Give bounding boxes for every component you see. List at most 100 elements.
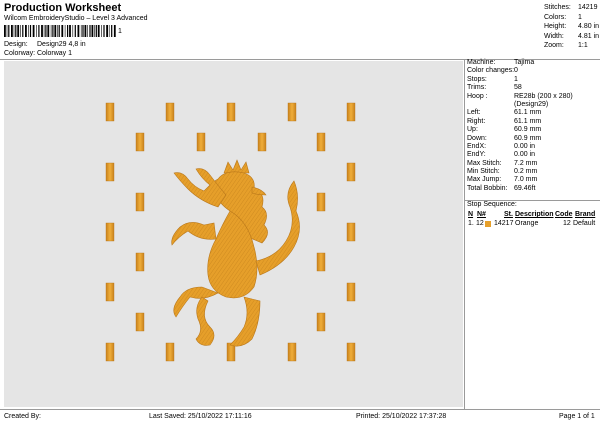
stat-label: Height: — [544, 23, 567, 30]
printed-date: Printed: 25/10/2022 17:37:28 — [356, 413, 447, 420]
row-num: 12 — [476, 220, 484, 227]
barcode-bar — [69, 25, 71, 37]
barcode-bar — [52, 25, 54, 37]
row-code: 12 — [563, 220, 571, 227]
barcode-bar — [61, 25, 64, 37]
barcode-bar — [8, 25, 10, 37]
stats-row: Zoom: 1:1 — [544, 42, 600, 52]
detail-value: 69.46ft — [514, 184, 536, 192]
barcode-bar — [29, 25, 32, 37]
col-brand: Brand — [575, 211, 596, 218]
col-num: N# — [477, 211, 486, 218]
thread-color-swatch — [485, 220, 491, 227]
stats-row: Colors: 1 — [544, 14, 600, 24]
colorway-label: Colorway: — [4, 50, 36, 57]
barcode-bar — [84, 25, 87, 37]
detail-label: Machine: — [467, 59, 496, 66]
barcode-bar — [36, 25, 37, 37]
barcode-bar — [94, 25, 95, 37]
barcode-bar — [108, 25, 110, 37]
stop-sequence-table: N N# St. Description Code Brand 1. 12 14… — [467, 211, 599, 231]
barcode-bar — [25, 25, 27, 37]
barcode-bar — [77, 25, 80, 37]
barcode-bar — [95, 25, 97, 37]
satin-bar — [135, 192, 145, 212]
barcode-bar — [4, 25, 6, 37]
barcode-bar — [106, 25, 108, 37]
stop-sequence-title: Stop Sequence: — [467, 201, 517, 208]
detail-value: 0.00 in — [514, 151, 536, 159]
stat-value: 4.81 in — [578, 32, 600, 40]
detail-value: (Design29) — [514, 100, 549, 108]
detail-label: Max Stitch: — [467, 159, 502, 167]
satin-bar — [287, 102, 297, 122]
barcode-bar — [50, 25, 52, 37]
detail-label: EndX: — [467, 142, 487, 150]
stats-row: Stitches: 14219 — [544, 4, 600, 14]
barcode-bar — [15, 25, 17, 37]
barcode-suffix: 1 — [118, 28, 122, 35]
detail-label: Color changes: — [467, 67, 515, 75]
barcode-bar — [64, 25, 66, 37]
detail-label: Min Stitch: — [467, 168, 500, 176]
satin-bar — [105, 342, 115, 362]
satin-bar — [346, 102, 356, 122]
footer-divider — [0, 409, 600, 410]
satin-bar — [165, 102, 175, 122]
satin-bar — [257, 132, 267, 152]
satin-bar — [316, 252, 326, 272]
detail-value: 0.00 in — [514, 142, 536, 150]
satin-bar — [165, 342, 175, 362]
barcode-bar — [87, 25, 88, 37]
detail-row: Min Stitch: 0.2 mm — [466, 168, 600, 176]
page-title: Production Worksheet — [4, 2, 122, 14]
stat-label: Width: — [544, 32, 564, 40]
detail-value: 0.2 mm — [514, 168, 538, 176]
detail-row: Max Jump: 7.0 mm — [466, 176, 600, 184]
barcode-bar — [32, 25, 35, 37]
detail-label: Total Bobbin: — [467, 184, 508, 192]
barcode-bar — [6, 25, 8, 37]
satin-bar — [346, 282, 356, 302]
barcode-bar — [22, 25, 24, 37]
barcode-bar — [57, 25, 58, 37]
design-preview — [4, 61, 463, 407]
barcode-bar — [74, 25, 76, 37]
satin-bar — [287, 342, 297, 362]
row-st: 14217 — [494, 220, 514, 227]
stat-value: 1:1 — [578, 42, 588, 49]
detail-label: Trims: — [467, 84, 487, 92]
page-number: Page 1 of 1 — [559, 413, 595, 420]
stat-value: 1 — [578, 13, 582, 21]
detail-value: 60.9 mm — [514, 126, 542, 134]
software-subtitle: Wilcom EmbroideryStudio – Level 3 Advanc… — [4, 15, 148, 22]
panel-divider — [464, 59, 465, 409]
barcode-bar — [82, 25, 84, 37]
detail-row: Trims: 58 — [466, 84, 600, 92]
detail-value: Tajima — [514, 59, 535, 66]
detail-row: Hoop : RE28b (200 x 280) — [466, 93, 600, 101]
detail-label: Down: — [467, 134, 487, 142]
stat-value: 14219 — [578, 4, 598, 11]
barcode-bar — [28, 25, 29, 37]
detail-row: Max Stitch: 7.2 mm — [466, 160, 600, 168]
satin-bar — [346, 342, 356, 362]
col-st: St. — [504, 211, 513, 218]
row-description: Orange — [515, 220, 539, 227]
detail-value: 61.1 mm — [514, 117, 542, 125]
embroidery-design — [105, 102, 356, 362]
barcode-bar — [47, 25, 50, 37]
satin-bar — [105, 162, 115, 182]
detail-value: 0 — [514, 67, 518, 75]
stats-row: Width: 4.81 in — [544, 33, 600, 43]
satin-bar — [135, 132, 145, 152]
row-brand: Default — [573, 220, 596, 227]
detail-value: 7.2 mm — [514, 159, 538, 167]
barcode-bar — [97, 25, 100, 37]
design-info: Design: Design29 4,8 in Colorway: Colorw… — [4, 41, 144, 61]
machine-details: Machine: Tajima Color changes: 0 Stops: 1 Trim… — [466, 59, 600, 193]
detail-value: 61.1 mm — [514, 109, 542, 117]
detail-value: 1 — [514, 75, 518, 83]
barcode-bar — [38, 25, 40, 37]
barcode-bar — [80, 25, 82, 37]
